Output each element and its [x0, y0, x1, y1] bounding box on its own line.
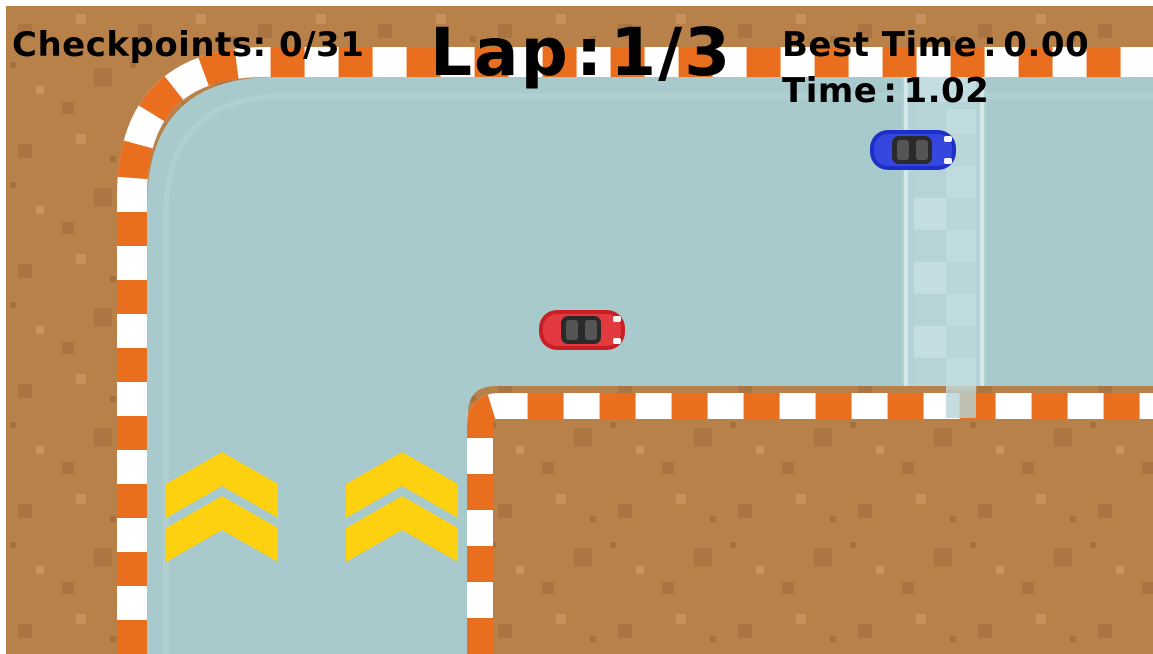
lap-separator: : — [575, 14, 605, 91]
best-time-separator: : — [983, 25, 998, 65]
lap-label: Lap — [430, 14, 570, 91]
best-time-display: Best Time:0.00 — [782, 28, 1089, 62]
finish-line — [902, 77, 986, 418]
time-value: 1.02 — [903, 71, 990, 111]
checkpoints-counter: Checkpoints: 0/31 — [12, 28, 364, 62]
time-separator: : — [883, 71, 898, 111]
best-time-label: Best Time — [782, 25, 978, 65]
lap-counter: Lap:1/3 — [430, 20, 732, 86]
time-label: Time — [782, 71, 878, 111]
player-car — [539, 310, 625, 350]
infield-dirt — [493, 419, 1153, 654]
checkpoints-value: 0/31 — [278, 25, 365, 65]
best-time-value: 0.00 — [1003, 25, 1090, 65]
current-time-display: Time:1.02 — [782, 74, 989, 108]
lap-value: 1/3 — [610, 14, 733, 91]
game-canvas: Checkpoints: 0/31 Lap:1/3 Best Time:0.00… — [6, 6, 1153, 654]
checkpoints-label: Checkpoints: — [12, 25, 267, 65]
opponent-car — [870, 130, 956, 170]
